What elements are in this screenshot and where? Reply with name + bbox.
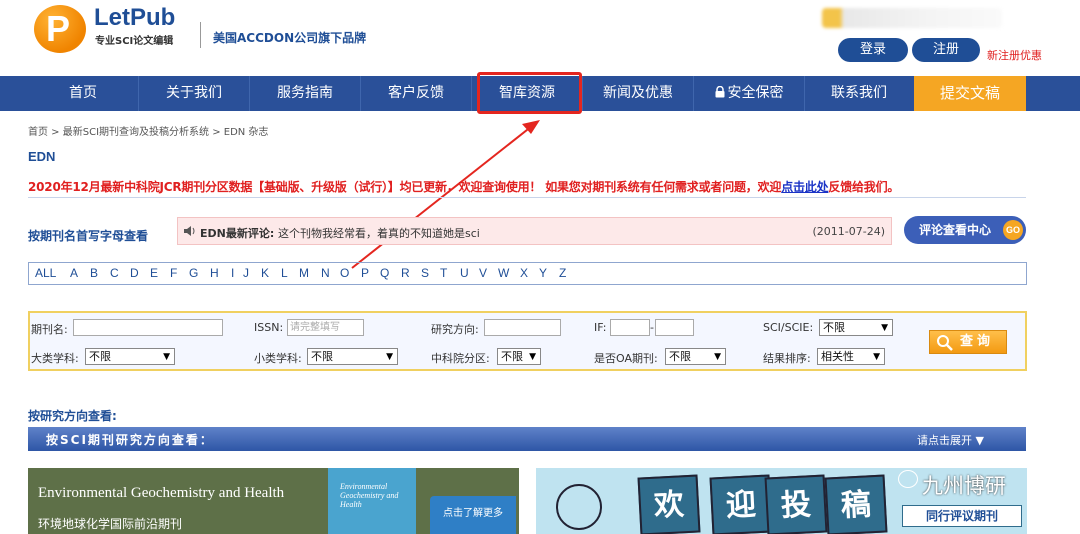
comment-label: EDN最新评论: <box>200 227 275 240</box>
breadcrumb: 首页 > 最新SCI期刊查询及投稿分析系统 > EDN 杂志 <box>28 127 269 138</box>
issn-label: ISSN: <box>254 321 284 334</box>
browse-by-letter-title: 按期刊名首写字母查看 <box>28 229 149 243</box>
letter-y[interactable]: Y <box>539 266 547 280</box>
major-subject-value: 不限 <box>89 350 111 363</box>
comment-date: (2011-07-24) <box>812 225 885 238</box>
issn-input[interactable]: 请完整填写 <box>287 319 364 336</box>
speaker-icon <box>184 226 195 236</box>
letter-e[interactable]: E <box>150 266 158 280</box>
letter-c[interactable]: C <box>110 266 119 280</box>
dropdown-arrow-icon: ▼ <box>873 352 880 362</box>
minor-subject-value: 不限 <box>311 350 333 363</box>
cover-text: Environmental Geochemistry and Health <box>340 482 399 509</box>
banner-title: Environmental Geochemistry and Health <box>38 485 285 501</box>
banner-board: 欢 <box>637 474 701 534</box>
letter-h[interactable]: H <box>210 266 219 280</box>
cas-zone-label: 中科院分区: <box>431 352 490 365</box>
journal-name-input[interactable] <box>73 319 223 336</box>
letter-k[interactable]: K <box>261 266 269 280</box>
comment-text[interactable]: 这个刊物我经常看，着真的不知道她是sci <box>278 225 480 241</box>
journal-name-label: 期刊名: <box>31 323 68 336</box>
journal-cover: Environmental Geochemistry and Health <box>328 468 416 534</box>
sort-select[interactable]: 相关性 ▼ <box>817 348 885 365</box>
letter-u[interactable]: U <box>460 266 469 280</box>
letter-q[interactable]: Q <box>380 266 389 280</box>
oa-label: 是否OA期刊: <box>594 352 658 365</box>
sci-label: SCI/SCIE: <box>763 321 814 334</box>
research-bar-label: 按SCI期刊研究方向查看： <box>46 433 214 447</box>
letter-s[interactable]: S <box>421 266 429 280</box>
peer-review-tag: 同行评议期刊 <box>902 505 1022 527</box>
recycle-icon <box>556 484 602 530</box>
if-label: IF: <box>594 321 607 334</box>
oa-select[interactable]: 不限 ▼ <box>665 348 726 365</box>
letter-j[interactable]: J <box>243 266 249 280</box>
letter-i[interactable]: I <box>231 266 234 280</box>
letter-o[interactable]: O <box>340 266 349 280</box>
review-center-label: 评论查看中心 <box>919 223 992 237</box>
minor-subject-label: 小类学科: <box>254 352 302 365</box>
letter-index: ALL A B C D E F G H I J K L M N O P Q R … <box>28 262 1027 285</box>
search-button-label: 查询 <box>960 334 995 349</box>
cas-zone-select[interactable]: 不限 ▼ <box>497 348 541 365</box>
letter-all[interactable]: ALL <box>35 266 56 280</box>
cas-zone-value: 不限 <box>501 350 523 363</box>
banner-board: 稿 <box>824 474 888 534</box>
dropdown-arrow-icon: ▼ <box>881 323 888 333</box>
letter-a[interactable]: A <box>70 266 78 280</box>
dropdown-arrow-icon: ▼ <box>163 352 170 362</box>
banner-board: 迎 <box>709 474 773 534</box>
research-direction-bar[interactable]: 按SCI期刊研究方向查看： 请点击展开 ▼ <box>28 427 1026 451</box>
watermark: 九州博研 <box>922 474 1006 498</box>
if-max-input[interactable] <box>655 319 694 336</box>
research-direction-title: 按研究方向查看: <box>28 409 117 423</box>
letter-x[interactable]: X <box>520 266 528 280</box>
dropdown-arrow-icon: ▼ <box>386 352 393 362</box>
letter-l[interactable]: L <box>281 266 288 280</box>
update-notice: 2020年12月最新中科院JCR期刊分区数据【基础版、升级版（试行）】均已更新，… <box>28 178 899 195</box>
go-badge-icon: GO <box>1003 220 1023 240</box>
journal-banner[interactable]: Environmental Geochemistry and Health 环境… <box>28 468 519 534</box>
letter-n[interactable]: N <box>321 266 330 280</box>
letter-m[interactable]: M <box>299 266 309 280</box>
notice-text-before: 2020年12月最新中科院JCR期刊分区数据【基础版、升级版（试行）】均已更新，… <box>28 180 782 194</box>
feedback-link[interactable]: 点击此处 <box>781 180 828 194</box>
notice-text-after: 反馈给我们。 <box>828 180 900 194</box>
banner-subtitle: 环境地球化学国际前沿期刊 <box>38 517 183 531</box>
letter-f[interactable]: F <box>170 266 177 280</box>
research-direction-input[interactable] <box>484 319 561 336</box>
search-icon <box>937 335 953 351</box>
review-center-button[interactable]: 评论查看中心 GO <box>904 216 1026 244</box>
expand-toggle[interactable]: 请点击展开 ▼ <box>917 432 984 448</box>
letter-d[interactable]: D <box>130 266 139 280</box>
search-button[interactable]: 查询 <box>929 330 1007 354</box>
page-title: EDN <box>28 149 56 164</box>
wechat-icon <box>898 470 918 488</box>
banner-board: 投 <box>764 474 828 534</box>
letter-b[interactable]: B <box>90 266 98 280</box>
oa-select-value: 不限 <box>669 350 691 363</box>
letter-v[interactable]: V <box>479 266 487 280</box>
letter-g[interactable]: G <box>189 266 198 280</box>
letter-w[interactable]: W <box>498 266 509 280</box>
sci-select-value: 不限 <box>823 321 845 334</box>
sci-select[interactable]: 不限 ▼ <box>819 319 893 336</box>
sort-select-value: 相关性 <box>821 350 854 363</box>
letter-z[interactable]: Z <box>559 266 566 280</box>
divider <box>28 197 1026 198</box>
sort-label: 结果排序: <box>763 352 811 365</box>
latest-comment: EDN最新评论: 这个刊物我经常看，着真的不知道她是sci (2011-07-2… <box>177 217 892 245</box>
if-dash: - <box>650 321 654 334</box>
dropdown-arrow-icon: ▼ <box>714 352 721 362</box>
major-subject-select[interactable]: 不限 ▼ <box>85 348 175 365</box>
minor-subject-select[interactable]: 不限 ▼ <box>307 348 398 365</box>
letter-p[interactable]: P <box>361 266 369 280</box>
learn-more-button[interactable]: 点击了解更多 <box>430 496 516 534</box>
dropdown-arrow-icon: ▼ <box>529 352 536 362</box>
letter-r[interactable]: R <box>401 266 410 280</box>
letter-t[interactable]: T <box>440 266 447 280</box>
if-min-input[interactable] <box>610 319 650 336</box>
major-subject-label: 大类学科: <box>31 352 79 365</box>
research-direction-label: 研究方向: <box>431 323 479 336</box>
